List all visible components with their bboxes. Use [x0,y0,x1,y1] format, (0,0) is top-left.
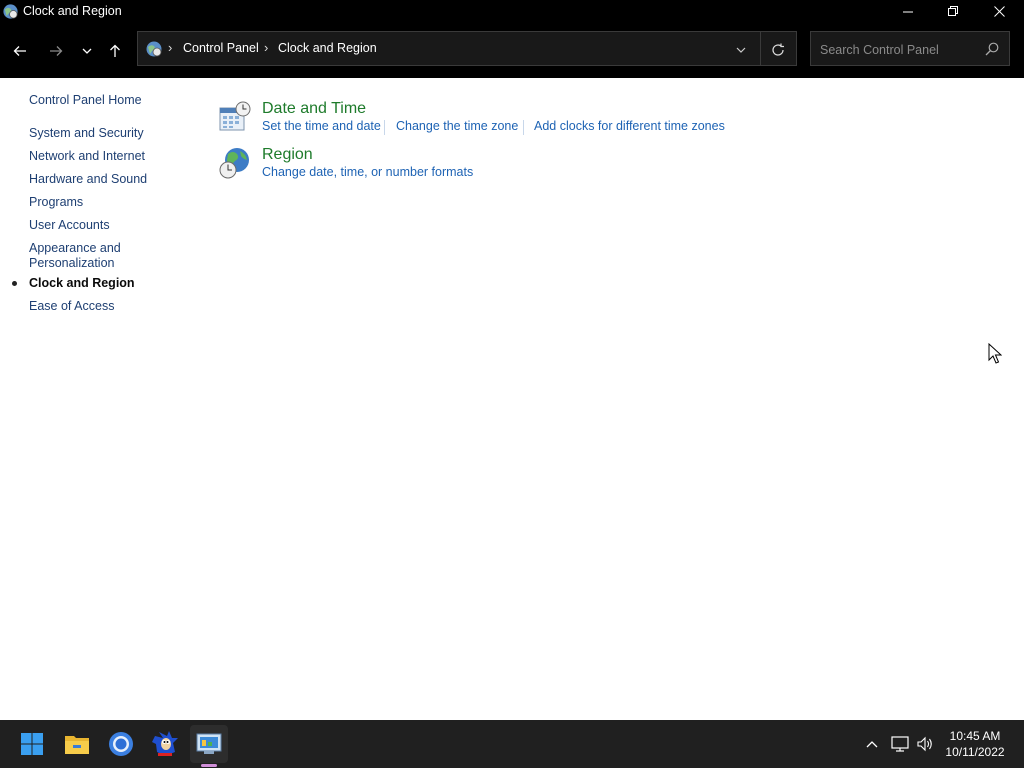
nav-user-accounts[interactable]: User Accounts [29,218,110,233]
nav-system-and-security[interactable]: System and Security [29,126,144,141]
breadcrumb-control-panel[interactable]: Control Panel [183,41,259,55]
link-separator [523,120,524,135]
link-add-clocks[interactable]: Add clocks for different time zones [534,119,725,133]
clock-time: 10:45 AM [949,729,1001,743]
active-app-indicator [201,764,217,767]
breadcrumb-clock-and-region[interactable]: Clock and Region [278,41,377,55]
sonic-game-button[interactable] [146,725,184,763]
nav-control-panel-home[interactable]: Control Panel Home [29,93,142,108]
close-button[interactable] [976,0,1022,23]
refresh-icon [772,43,784,56]
network-icon [891,736,909,752]
breadcrumb-separator[interactable]: › [168,40,172,55]
category-title-region[interactable]: Region [262,146,313,164]
control-panel-globe-icon [146,41,162,57]
minimize-icon [902,11,913,13]
navigation-bar: › Control Panel › Clock and Region [0,23,1024,78]
link-set-time-and-date[interactable]: Set the time and date [262,119,381,133]
close-icon [993,6,1005,17]
control-panel-globe-icon [3,4,18,19]
chevron-up-icon [866,741,878,748]
sonic-icon [152,731,178,756]
minimize-button[interactable] [885,0,931,23]
network-status-button[interactable] [889,733,911,755]
search-box[interactable] [810,31,1010,66]
control-panel-icon [196,733,222,754]
address-bar[interactable]: › Control Panel › Clock and Region [137,31,797,66]
clock-date: 10/11/2022 [945,745,1005,759]
mouse-cursor-icon [988,343,1002,364]
up-button[interactable] [104,40,126,62]
date-time-icon[interactable] [218,100,252,134]
link-change-time-zone[interactable]: Change the time zone [396,119,518,133]
restore-icon [947,6,958,16]
refresh-button[interactable] [768,40,788,60]
chrome-button[interactable] [102,725,140,763]
forward-button[interactable] [45,40,67,62]
search-icon[interactable] [984,41,1000,57]
file-explorer-icon [65,736,89,754]
nav-clock-and-region[interactable]: Clock and Region [29,276,135,291]
start-icon [21,733,43,755]
nav-appearance-and-personalization[interactable]: Appearance and [29,241,121,256]
taskbar: 10:45 AM 10/11/2022 [0,720,1024,768]
recent-locations-button[interactable] [76,40,98,62]
restore-button[interactable] [930,0,976,23]
nav-network-and-internet[interactable]: Network and Internet [29,149,145,164]
window-title: Clock and Region [23,4,122,18]
region-globe-icon[interactable] [218,146,252,180]
arrow-right-icon [50,46,63,56]
arrow-up-icon [110,44,120,57]
address-history-button[interactable] [732,41,750,59]
nav-appearance-and-personalization-line2[interactable]: Personalization [29,256,114,271]
nav-ease-of-access[interactable]: Ease of Access [29,299,114,314]
active-bullet [12,281,17,286]
control-panel-taskbar-button[interactable] [190,725,228,763]
chrome-icon [109,732,133,756]
back-button[interactable] [9,40,31,62]
show-hidden-icons-button[interactable] [861,733,883,755]
link-separator [384,120,385,135]
start-button[interactable] [13,725,51,763]
divider [760,32,761,65]
breadcrumb-separator[interactable]: › [264,40,268,55]
file-explorer-button[interactable] [58,725,96,763]
nav-hardware-and-sound[interactable]: Hardware and Sound [29,172,147,187]
chevron-down-icon [82,48,92,54]
nav-programs[interactable]: Programs [29,195,83,210]
title-bar: Clock and Region [0,0,1024,23]
chevron-down-icon [736,47,746,53]
category-title-date-and-time[interactable]: Date and Time [262,100,366,118]
arrow-left-icon [13,46,26,56]
search-input[interactable] [818,40,982,59]
link-change-formats[interactable]: Change date, time, or number formats [262,165,473,179]
system-clock[interactable]: 10:45 AM 10/11/2022 [930,728,1020,760]
